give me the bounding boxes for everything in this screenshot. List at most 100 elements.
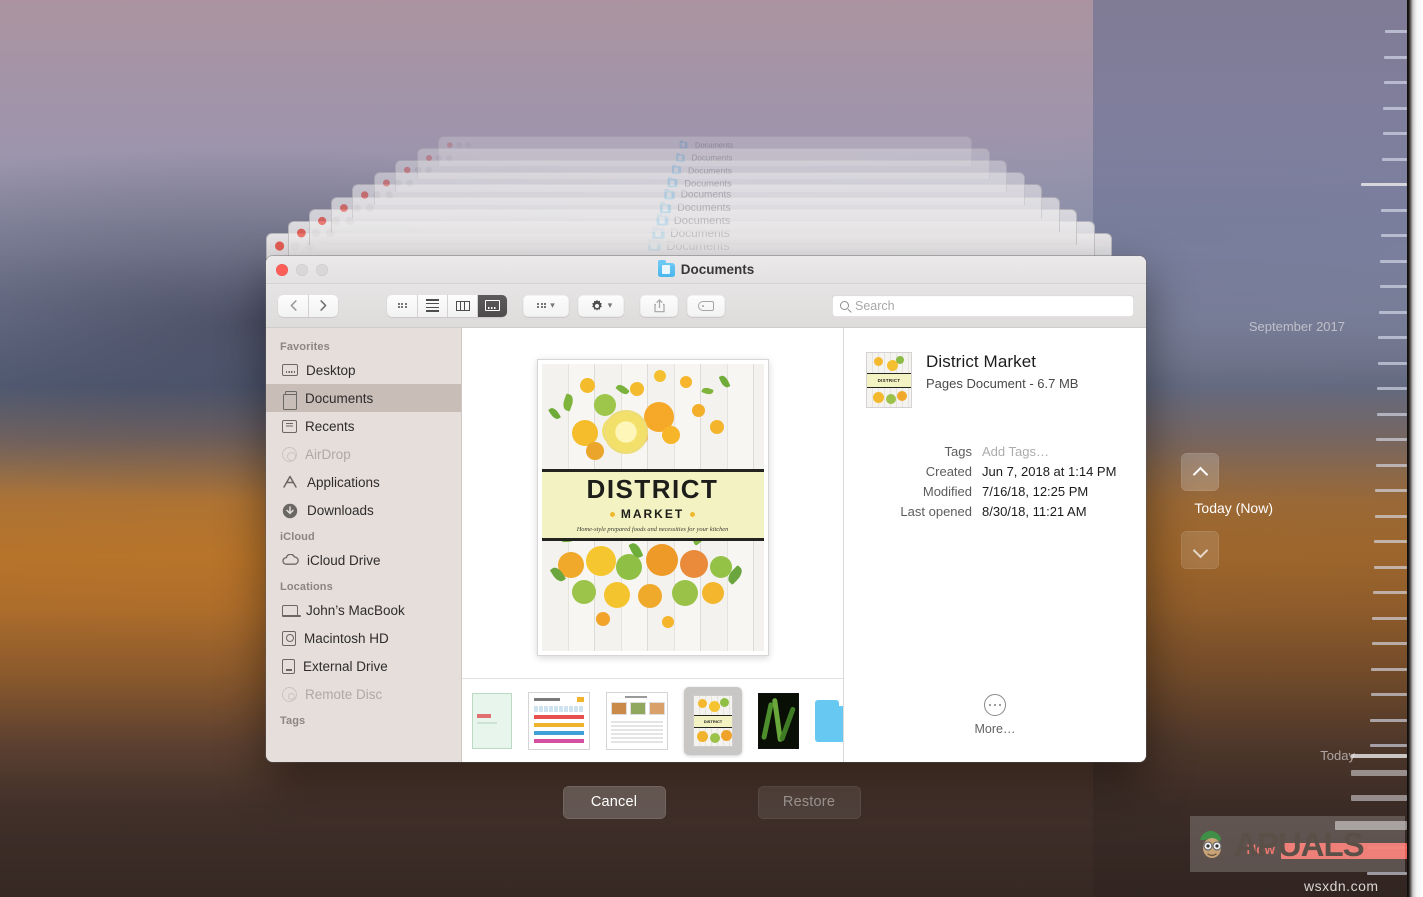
finder-toolbar[interactable]: ▾ ▾ Search: [266, 284, 1146, 328]
leaf-shape: [690, 540, 708, 546]
window-title-text: Documents: [680, 262, 755, 277]
chevron-down-icon: ▾: [607, 300, 613, 310]
leaf-shape: [547, 405, 561, 421]
preview-area: DISTRICT MARKET Home-style prepared food…: [462, 328, 843, 678]
gallery-filmstrip[interactable]: DISTRICT: [462, 678, 843, 762]
district-market-thumbnail[interactable]: DISTRICT: [684, 686, 742, 755]
sidebar-section-header: Locations: [280, 581, 333, 593]
share-button[interactable]: [640, 294, 678, 317]
thumbnail-title-band: DISTRICT: [867, 373, 911, 388]
timeline-current-date-label: Today (Now): [1194, 500, 1273, 516]
columns-icon: [455, 300, 470, 311]
sidebar-item-remote-disc[interactable]: Remote Disc: [266, 680, 461, 708]
downloads-icon: [282, 503, 299, 518]
mascot-icon: [1194, 825, 1232, 863]
folder-icon: [815, 699, 843, 742]
sidebar-item-john-s-macbook[interactable]: John’s MacBook: [266, 596, 461, 624]
sidebar-item-label: Documents: [305, 390, 374, 406]
search-icon: [840, 301, 849, 310]
fruit-shape: [653, 369, 666, 382]
plant-photo-thumbnail[interactable]: [758, 692, 799, 749]
more-info-button[interactable]: More…: [844, 694, 1146, 762]
finder-body: Favorites Desktop Documents Recents AirDrop A…: [266, 328, 1146, 762]
chevron-up-icon: [1194, 466, 1207, 479]
document-preview[interactable]: DISTRICT MARKET Home-style prepared food…: [536, 358, 769, 656]
sidebar-item-desktop[interactable]: Desktop: [266, 356, 461, 384]
sidebar-item-label: iCloud Drive: [307, 552, 381, 568]
view-icon-button[interactable]: [387, 294, 417, 317]
fruit-shape: [679, 375, 692, 388]
view-column-button[interactable]: [447, 294, 477, 317]
sidebar-item-recents[interactable]: Recents: [266, 412, 461, 440]
cancel-button[interactable]: Cancel: [562, 785, 666, 819]
desktop-icon: [282, 364, 298, 376]
sidebar-item-airdrop[interactable]: AirDrop: [266, 440, 461, 468]
fruit-shape: [679, 549, 708, 578]
metadata-row: Last opened 8/30/18, 11:21 AM: [844, 502, 1128, 522]
fruit-shape: [585, 441, 604, 460]
metadata-value: 8/30/18, 11:21 AM: [982, 504, 1087, 519]
sidebar-section-header: iCloud: [280, 531, 315, 543]
fruit-shape: [671, 579, 698, 606]
lemon-half-shape: [603, 409, 648, 454]
metadata-value: 7/16/18, 12:25 PM: [982, 484, 1089, 499]
sidebar-item-macintosh-hd[interactable]: Macintosh HD: [266, 624, 461, 652]
cover-subtitle-row: MARKET: [609, 507, 696, 521]
cover-title: DISTRICT: [586, 474, 719, 504]
action-menu-button[interactable]: ▾: [578, 294, 624, 317]
fruit-shape: [709, 419, 724, 434]
sidebar-item-external-drive[interactable]: External Drive: [266, 652, 461, 680]
sidebar-item-documents[interactable]: Documents: [266, 384, 461, 412]
window-titlebar[interactable]: Documents: [266, 256, 1146, 284]
sidebar-section-header: Favorites: [280, 341, 330, 353]
search-field[interactable]: Search: [832, 294, 1134, 317]
fruit-arrangement-top: [542, 364, 764, 469]
ellipsis-circle-icon: [984, 694, 1006, 716]
spreadsheet-thumbnail[interactable]: [472, 692, 512, 749]
metadata-key: Created: [925, 464, 972, 479]
view-gallery-button[interactable]: [477, 294, 507, 317]
finder-window[interactable]: Documents ▾ ▾ Search Favorites Desktop D…: [266, 256, 1146, 762]
cascaded-window-title: Documents: [695, 140, 733, 150]
watermark-letter-a: A: [1234, 825, 1258, 863]
finder-sidebar[interactable]: Favorites Desktop Documents Recents AirDrop A…: [266, 328, 462, 762]
view-list-button[interactable]: [417, 294, 447, 317]
back-button[interactable]: [278, 294, 308, 317]
file-metadata-list: Tags Add Tags… Created Jun 7, 2018 at 1:14 …: [844, 442, 1146, 522]
sidebar-item-downloads[interactable]: Downloads: [266, 496, 461, 524]
fruit-arrangement-bottom: [542, 540, 764, 651]
group-by-button[interactable]: ▾: [523, 294, 569, 317]
sidebar-item-icloud-drive[interactable]: iCloud Drive: [266, 546, 461, 574]
folder-thumbnail[interactable]: [815, 699, 843, 742]
sidebar-item-applications[interactable]: Applications: [266, 468, 461, 496]
restore-button[interactable]: Restore: [757, 785, 861, 819]
chart-thumbnail[interactable]: [528, 691, 590, 750]
watermark-text: APUALS: [1234, 825, 1365, 863]
metadata-row: Tags Add Tags…: [844, 442, 1128, 462]
metadata-key: Tags: [944, 444, 972, 459]
fruit-shape: [701, 581, 724, 604]
metadata-row: Modified 7/16/18, 12:25 PM: [844, 482, 1128, 502]
laptop-icon: [281, 604, 301, 617]
leaf-shape: [560, 392, 575, 411]
edit-tags-button[interactable]: [687, 294, 725, 317]
forward-button[interactable]: [308, 294, 338, 317]
fruit-shape: [637, 583, 662, 608]
fruit-shape: [571, 579, 596, 604]
leaf-shape: [718, 373, 730, 389]
cloud-icon: [282, 553, 299, 568]
recipe-page-thumbnail[interactable]: [606, 691, 668, 750]
timeline-step-forward-button[interactable]: [1181, 531, 1219, 569]
cover-title-band: DISTRICT MARKET Home-style prepared food…: [541, 468, 764, 541]
applications-icon: [282, 475, 299, 490]
timeline-step-back-button[interactable]: [1181, 453, 1219, 491]
fruit-shape: [603, 581, 630, 608]
metadata-value[interactable]: Add Tags…: [982, 442, 1049, 462]
folder-icon: [679, 140, 688, 149]
fruit-shape: [691, 403, 705, 417]
chevron-left-icon: [290, 300, 297, 311]
navigation-buttons[interactable]: [278, 294, 338, 317]
cascaded-window[interactable]: Documents: [438, 136, 972, 166]
view-mode-buttons[interactable]: [387, 294, 507, 317]
recents-icon: [282, 419, 297, 433]
